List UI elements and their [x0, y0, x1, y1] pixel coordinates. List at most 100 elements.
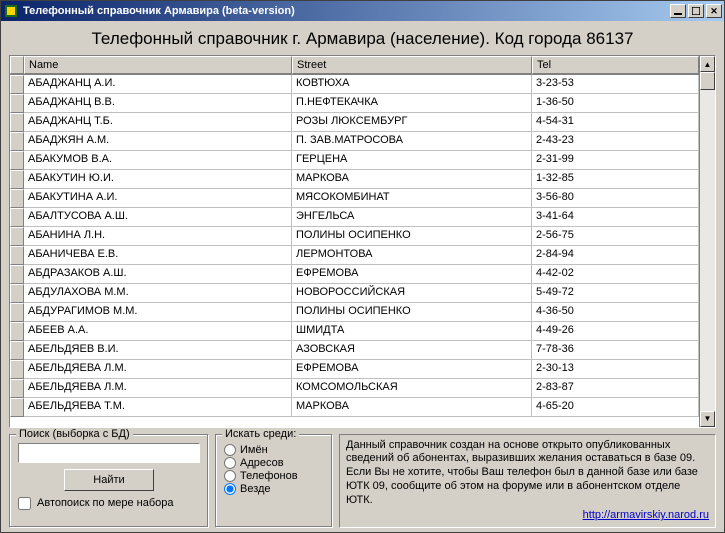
column-header-tel[interactable]: Tel [532, 56, 699, 74]
cell-name[interactable]: АБДРАЗАКОВ А.Ш. [24, 265, 292, 284]
cell-name[interactable]: АБАЛТУСОВА А.Ш. [24, 208, 292, 227]
cell-name[interactable]: АБЕЛЬДЯЕВА Т.М. [24, 398, 292, 417]
cell-street[interactable]: НОВОРОССИЙСКАЯ [292, 284, 532, 303]
cell-tel[interactable]: 3-56-80 [532, 189, 699, 208]
cell-tel[interactable]: 4-42-02 [532, 265, 699, 284]
table-row[interactable]: АБДУЛАХОВА М.М.НОВОРОССИЙСКАЯ5-49-72 [10, 284, 699, 303]
cell-name[interactable]: АБАДЖАНЦ А.И. [24, 75, 292, 94]
find-button[interactable]: Найти [64, 469, 154, 491]
table-row[interactable]: АБАКУТИН Ю.И.МАРКОВА1-32-85 [10, 170, 699, 189]
cell-street[interactable]: П. ЗАВ.МАТРОСОВА [292, 132, 532, 151]
cell-tel[interactable]: 2-83-87 [532, 379, 699, 398]
cell-tel[interactable]: 7-78-36 [532, 341, 699, 360]
cell-street[interactable]: ПОЛИНЫ ОСИПЕНКО [292, 227, 532, 246]
cell-tel[interactable]: 3-23-53 [532, 75, 699, 94]
table-row[interactable]: АБАДЖАНЦ А.И.КОВТЮХА3-23-53 [10, 75, 699, 94]
cell-tel[interactable]: 2-43-23 [532, 132, 699, 151]
app-window: Телефонный справочник Армавира (beta-ver… [0, 0, 725, 533]
radio-input[interactable] [224, 483, 236, 495]
cell-tel[interactable]: 2-56-75 [532, 227, 699, 246]
radio-option[interactable]: Телефонов [224, 470, 324, 482]
maximize-button[interactable] [688, 4, 704, 18]
cell-tel[interactable]: 2-31-99 [532, 151, 699, 170]
radio-option[interactable]: Адресов [224, 457, 324, 469]
scroll-down-button[interactable]: ▼ [700, 411, 715, 427]
cell-name[interactable]: АБАДЖЯН А.М. [24, 132, 292, 151]
table-row[interactable]: АБАКУМОВ В.А.ГЕРЦЕНА2-31-99 [10, 151, 699, 170]
cell-name[interactable]: АБАДЖАНЦ В.В. [24, 94, 292, 113]
cell-name[interactable]: АБАКУТИН Ю.И. [24, 170, 292, 189]
table-row[interactable]: АБАДЖАНЦ В.В.П.НЕФТЕКАЧКА1-36-50 [10, 94, 699, 113]
radio-input[interactable] [224, 444, 236, 456]
cell-tel[interactable]: 3-41-64 [532, 208, 699, 227]
cell-tel[interactable]: 4-65-20 [532, 398, 699, 417]
titlebar[interactable]: Телефонный справочник Армавира (beta-ver… [1, 1, 724, 21]
radio-input[interactable] [224, 457, 236, 469]
cell-name[interactable]: АБЕЛЬДЯЕВА Л.М. [24, 360, 292, 379]
minimize-button[interactable] [670, 4, 686, 18]
table-row[interactable]: АБЕЛЬДЯЕВА Л.М.КОМСОМОЛЬСКАЯ2-83-87 [10, 379, 699, 398]
cell-street[interactable]: П.НЕФТЕКАЧКА [292, 94, 532, 113]
cell-name[interactable]: АБДУЛАХОВА М.М. [24, 284, 292, 303]
cell-street[interactable]: ШМИДТА [292, 322, 532, 341]
cell-street[interactable]: ГЕРЦЕНА [292, 151, 532, 170]
cell-street[interactable]: ЛЕРМОНТОВА [292, 246, 532, 265]
cell-tel[interactable]: 2-84-94 [532, 246, 699, 265]
cell-street[interactable]: КОМСОМОЛЬСКАЯ [292, 379, 532, 398]
cell-street[interactable]: ЕФРЕМОВА [292, 360, 532, 379]
cell-name[interactable]: АБАНИЧЕВА Е.В. [24, 246, 292, 265]
radio-label: Телефонов [240, 470, 298, 482]
radio-option[interactable]: Имён [224, 444, 324, 456]
cell-street[interactable]: ЕФРЕМОВА [292, 265, 532, 284]
close-button[interactable]: ✕ [706, 4, 722, 18]
cell-street[interactable]: МАРКОВА [292, 170, 532, 189]
cell-name[interactable]: АБАКУТИНА А.И. [24, 189, 292, 208]
cell-street[interactable]: КОВТЮХА [292, 75, 532, 94]
row-header [10, 170, 24, 189]
table-row[interactable]: АБДРАЗАКОВ А.Ш.ЕФРЕМОВА4-42-02 [10, 265, 699, 284]
cell-street[interactable]: АЗОВСКАЯ [292, 341, 532, 360]
table-row[interactable]: АБАНИЧЕВА Е.В.ЛЕРМОНТОВА2-84-94 [10, 246, 699, 265]
cell-tel[interactable]: 5-49-72 [532, 284, 699, 303]
cell-name[interactable]: АБЕЕВ А.А. [24, 322, 292, 341]
cell-name[interactable]: АБЕЛЬДЯЕВ В.И. [24, 341, 292, 360]
table-row[interactable]: АБАКУТИНА А.И.МЯСОКОМБИНАТ3-56-80 [10, 189, 699, 208]
cell-tel[interactable]: 4-36-50 [532, 303, 699, 322]
scroll-up-button[interactable]: ▲ [700, 56, 715, 72]
cell-street[interactable]: РОЗЫ ЛЮКСЕМБУРГ [292, 113, 532, 132]
search-input[interactable] [18, 443, 200, 463]
cell-tel[interactable]: 2-30-13 [532, 360, 699, 379]
radio-input[interactable] [224, 470, 236, 482]
cell-street[interactable]: МАРКОВА [292, 398, 532, 417]
table-row[interactable]: АБАДЖАНЦ Т.Б.РОЗЫ ЛЮКСЕМБУРГ4-54-31 [10, 113, 699, 132]
table-row[interactable]: АБЕЛЬДЯЕВ В.И.АЗОВСКАЯ7-78-36 [10, 341, 699, 360]
cell-street[interactable]: ЭНГЕЛЬСА [292, 208, 532, 227]
cell-name[interactable]: АБДУРАГИМОВ М.М. [24, 303, 292, 322]
column-header-name[interactable]: Name [24, 56, 292, 74]
cell-tel[interactable]: 1-36-50 [532, 94, 699, 113]
cell-street[interactable]: МЯСОКОМБИНАТ [292, 189, 532, 208]
cell-street[interactable]: ПОЛИНЫ ОСИПЕНКО [292, 303, 532, 322]
table-row[interactable]: АБАДЖЯН А.М.П. ЗАВ.МАТРОСОВА2-43-23 [10, 132, 699, 151]
cell-name[interactable]: АБАНИНА Л.Н. [24, 227, 292, 246]
cell-tel[interactable]: 4-54-31 [532, 113, 699, 132]
autosuggest-checkbox[interactable] [18, 497, 31, 510]
table-row[interactable]: АБАЛТУСОВА А.Ш.ЭНГЕЛЬСА3-41-64 [10, 208, 699, 227]
scroll-thumb[interactable] [700, 72, 715, 90]
column-header-street[interactable]: Street [292, 56, 532, 74]
cell-name[interactable]: АБАДЖАНЦ Т.Б. [24, 113, 292, 132]
table-row[interactable]: АБЕЛЬДЯЕВА Т.М.МАРКОВА4-65-20 [10, 398, 699, 417]
info-link[interactable]: http://armavirskiy.narod.ru [346, 509, 709, 523]
table-row[interactable]: АБЕЛЬДЯЕВА Л.М.ЕФРЕМОВА2-30-13 [10, 360, 699, 379]
cell-tel[interactable]: 1-32-85 [532, 170, 699, 189]
radio-option[interactable]: Везде [224, 483, 324, 495]
cell-name[interactable]: АБАКУМОВ В.А. [24, 151, 292, 170]
table-row[interactable]: АБЕЕВ А.А.ШМИДТА4-49-26 [10, 322, 699, 341]
vertical-scrollbar[interactable]: ▲ ▼ [699, 56, 715, 427]
table-row[interactable]: АБАНИНА Л.Н.ПОЛИНЫ ОСИПЕНКО2-56-75 [10, 227, 699, 246]
table-row[interactable]: АБДУРАГИМОВ М.М.ПОЛИНЫ ОСИПЕНКО4-36-50 [10, 303, 699, 322]
cell-tel[interactable]: 4-49-26 [532, 322, 699, 341]
autosuggest-row[interactable]: Автопоиск по мере набора [18, 497, 200, 510]
cell-name[interactable]: АБЕЛЬДЯЕВА Л.М. [24, 379, 292, 398]
scroll-track[interactable] [700, 90, 715, 411]
